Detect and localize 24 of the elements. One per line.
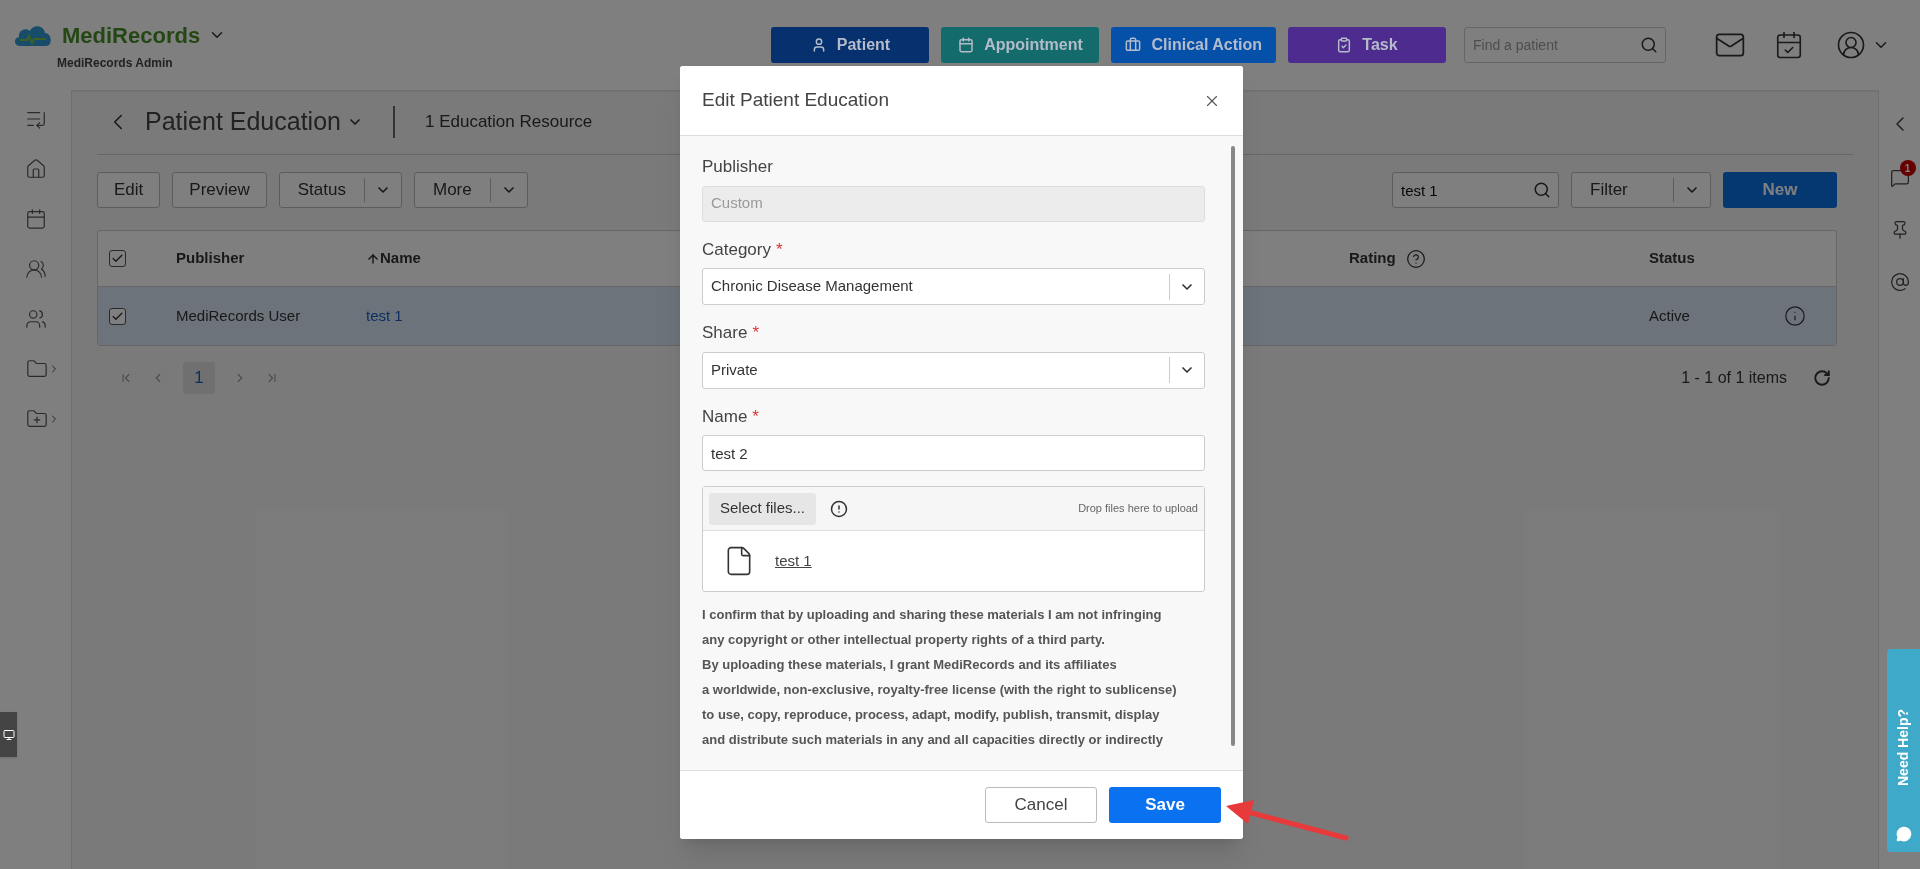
required-mark: * xyxy=(776,238,783,261)
consent-text: any copyright or other intellectual property rights of a third party. xyxy=(702,631,1106,649)
pagination-summary: 1 - 1 of 1 items xyxy=(1681,368,1787,388)
consent-text: to use, copy, reproduce, process, adapt, modify, publish, transmit, display xyxy=(702,706,1161,724)
drop-hint: Drop files here to upload xyxy=(1077,501,1198,517)
resource-count: 1 Education Resource xyxy=(425,111,593,134)
field-label: Share xyxy=(702,322,748,344)
required-mark: * xyxy=(752,405,759,428)
consent-text: and distribute such materials in any and all capacities directly or indirectly xyxy=(702,731,1164,749)
field-label: Publisher xyxy=(702,156,773,178)
consent-text: I confirm that by uploading and sharing these materials I am not infringing xyxy=(702,606,1163,624)
table-cell-text: MediRecords User xyxy=(176,305,302,326)
consent-text: By uploading these materials, I grant MediRecords and its affiliates xyxy=(702,656,1118,674)
field-label: Category xyxy=(702,238,771,261)
consent-text: a worldwide, non-exclusive, royalty-free license (with the right to sublicense) xyxy=(702,681,1178,699)
readonly-field: Custom xyxy=(702,185,1205,222)
brand-name: MediRecords xyxy=(62,21,201,50)
page-title: Patient Education xyxy=(145,106,341,138)
table-cell-text: Active xyxy=(1649,305,1691,326)
brand-subtitle: MediRecords Admin xyxy=(57,54,174,72)
required-mark: * xyxy=(752,322,759,344)
dialog-title: Edit Patient Education xyxy=(702,88,890,113)
field-label: Name xyxy=(702,405,748,428)
notification-badge: 1 xyxy=(1899,160,1916,176)
